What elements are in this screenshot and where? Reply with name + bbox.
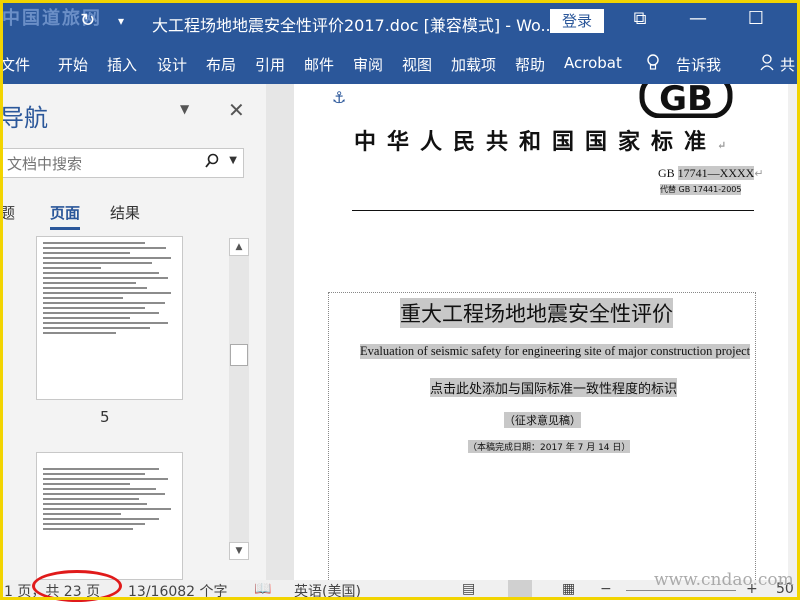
tab-results[interactable]: 结果: [110, 202, 140, 223]
tab-addins[interactable]: 加载项: [451, 54, 496, 75]
search-icon[interactable]: [205, 153, 219, 173]
annotation-circle: [32, 570, 122, 602]
word-count[interactable]: 13/16082 个字: [128, 581, 228, 601]
cover-text-box[interactable]: [328, 292, 756, 580]
nav-title: 导航: [0, 104, 48, 132]
tab-design[interactable]: 设计: [157, 54, 187, 75]
tab-view[interactable]: 视图: [402, 54, 432, 75]
scroll-down-icon[interactable]: ▼: [229, 542, 249, 560]
title-bar: 中国道旅网 ↻ ▾ 大工程场地地震安全性评价2017.doc [兼容模式] - …: [0, 0, 800, 44]
tell-me-box[interactable]: 告诉我: [676, 54, 721, 75]
close-icon[interactable]: ✕: [228, 98, 245, 122]
scroll-thumb[interactable]: [230, 344, 248, 366]
cndao-watermark: www.cndao.com: [654, 570, 794, 590]
proofing-icon[interactable]: 📖: [254, 581, 271, 597]
pane-divider[interactable]: [266, 84, 294, 580]
lightbulb-icon: [646, 54, 660, 76]
print-layout-icon[interactable]: [508, 580, 532, 600]
tab-references[interactable]: 引用: [255, 54, 285, 75]
completion-date: （本稿完成日期：2017 年 7 月 14 日）: [468, 440, 631, 453]
tab-mailings[interactable]: 邮件: [304, 54, 334, 75]
document-main-title: 重大工程场地地震安全性评价: [400, 298, 673, 328]
tab-home[interactable]: 开始: [58, 54, 88, 75]
tab-acrobat[interactable]: Acrobat: [564, 54, 622, 72]
zoom-out-icon[interactable]: −: [600, 581, 612, 597]
ribbon-display-icon[interactable]: ⧉: [626, 8, 654, 29]
tab-help[interactable]: 帮助: [515, 54, 545, 75]
tab-headings[interactable]: 题: [0, 202, 15, 223]
tab-insert[interactable]: 插入: [107, 54, 137, 75]
horizontal-rule: [352, 210, 754, 211]
gb-logo: GB: [639, 84, 733, 118]
anchor-icon: ⚓: [332, 88, 347, 107]
search-input[interactable]: [5, 154, 199, 174]
scroll-up-icon[interactable]: ▲: [229, 238, 249, 256]
user-icon[interactable]: [760, 54, 776, 76]
document-title: 大工程场地地震安全性评价2017.doc [兼容模式] - Wo...: [152, 16, 556, 35]
web-layout-icon[interactable]: ▦: [562, 581, 575, 597]
minimize-button[interactable]: —: [684, 8, 712, 29]
standard-conformity-marker[interactable]: 点击此处添加与国际标准一致性程度的标识: [430, 378, 678, 397]
tab-pages[interactable]: 页面: [50, 202, 81, 230]
national-standard-heading: 中华人民共和国国家标准↵: [354, 129, 738, 155]
navigation-pane: 导航 ▼ ✕ ▼ 题 页面 结果 5 ▲ ▼: [0, 84, 266, 580]
tab-file[interactable]: 文件: [0, 54, 30, 75]
svg-text:GB: GB: [659, 84, 713, 118]
page-thumbnail[interactable]: [36, 236, 183, 400]
page-thumbnail[interactable]: [36, 452, 183, 580]
document-scrollbar[interactable]: [788, 84, 800, 580]
chevron-down-icon[interactable]: ▼: [180, 102, 189, 116]
document-page[interactable]: ⚓ GB 中华人民共和国国家标准↵ GB 17741—XXXX↵ 代替 GB 1…: [294, 84, 800, 580]
maximize-button[interactable]: ☐: [742, 8, 770, 29]
refresh-icon[interactable]: ↻: [80, 10, 95, 31]
replace-note: 代替 GB 17441-2005: [660, 184, 742, 195]
page-number-label: 5: [100, 408, 110, 426]
nav-search-box: ▼: [0, 148, 244, 178]
login-button[interactable]: 登录: [550, 9, 604, 33]
nav-scrollbar[interactable]: ▲ ▼: [229, 238, 249, 560]
quick-access-dropdown-icon[interactable]: ▾: [118, 14, 124, 28]
ribbon-tabs: 文件 开始 插入 设计 布局 引用 邮件 审阅 视图 加载项 帮助 Acroba…: [0, 44, 800, 84]
search-dropdown-icon[interactable]: ▼: [229, 155, 237, 166]
zoom-slider[interactable]: [626, 590, 736, 591]
draft-label: （征求意见稿）: [504, 412, 581, 428]
tab-layout[interactable]: 布局: [206, 54, 236, 75]
english-title: Evaluation of seismic safety for enginee…: [360, 344, 751, 359]
language-indicator[interactable]: 英语(美国): [294, 581, 361, 601]
read-mode-icon[interactable]: ▤: [462, 581, 475, 597]
tab-review[interactable]: 审阅: [353, 54, 383, 75]
tab-share[interactable]: 共: [780, 54, 795, 75]
gb-number: GB 17741—XXXX↵: [658, 166, 764, 180]
